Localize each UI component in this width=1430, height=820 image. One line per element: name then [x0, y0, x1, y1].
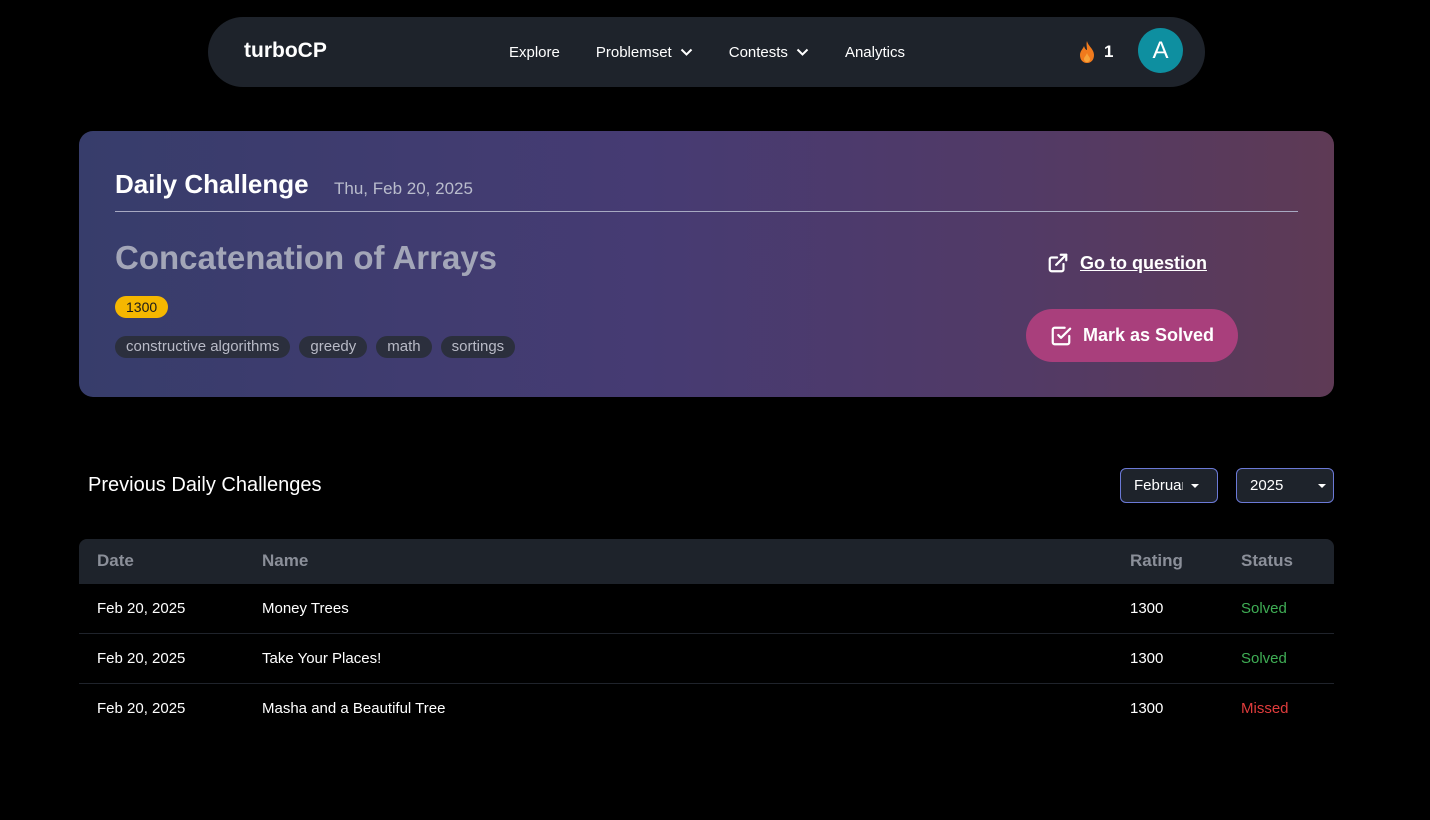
- tag: constructive algorithms: [115, 336, 291, 358]
- divider: [115, 211, 1298, 212]
- external-link-icon: [1048, 253, 1068, 273]
- previous-challenges-title: Previous Daily Challenges: [88, 474, 322, 496]
- rating-badge: 1300: [115, 296, 169, 318]
- caret-down-icon: [1318, 483, 1326, 488]
- nav-explore[interactable]: Explore: [509, 44, 560, 61]
- tag-list: constructive algorithms greedy math sort…: [115, 336, 524, 358]
- row-status: Solved: [1241, 650, 1287, 667]
- problem-name[interactable]: Concatenation of Arrays: [115, 239, 497, 277]
- table-header: Date Name Rating Status: [79, 539, 1334, 584]
- column-header-rating: Rating: [1130, 551, 1183, 570]
- column-header-status: Status: [1241, 551, 1293, 570]
- nav-label: Analytics: [844, 43, 905, 61]
- row-status: Missed: [1241, 700, 1289, 717]
- column-header-date: Date: [97, 551, 134, 570]
- table-row[interactable]: Feb 20, 2025 Money Trees 1300 Solved: [79, 584, 1334, 634]
- chevron-down-icon: [680, 48, 692, 56]
- row-name[interactable]: Money Trees: [262, 600, 349, 617]
- nav-analytics[interactable]: Analytics: [845, 44, 905, 61]
- row-date: Feb 20, 2025: [97, 700, 186, 717]
- row-name[interactable]: Take Your Places!: [262, 650, 381, 667]
- nav-label: Contests: [728, 43, 788, 61]
- row-status: Solved: [1241, 600, 1287, 617]
- avatar[interactable]: A: [1138, 28, 1183, 73]
- row-rating: 1300: [1130, 650, 1164, 667]
- previous-challenges-table: Date Name Rating Status Feb 20, 2025 Mon…: [79, 539, 1334, 733]
- table-row[interactable]: Feb 20, 2025 Masha and a Beautiful Tree …: [79, 684, 1334, 733]
- mark-as-solved-label: Mark as Solved: [1082, 325, 1215, 345]
- streak-count: 1: [1104, 42, 1114, 61]
- table-row[interactable]: Feb 20, 2025 Take Your Places! 1300 Solv…: [79, 634, 1334, 684]
- checkbox-check-icon: [1051, 326, 1072, 345]
- brand-logo[interactable]: turboCP: [244, 39, 327, 63]
- streak-counter[interactable]: 1: [1078, 40, 1113, 64]
- fire-icon: [1080, 41, 1094, 63]
- column-header-name: Name: [262, 551, 309, 570]
- row-rating: 1300: [1130, 700, 1164, 717]
- daily-challenge-card: Daily Challenge Thu, Feb 20, 2025 Concat…: [79, 131, 1334, 397]
- daily-challenge-title: Daily Challenge: [115, 169, 309, 199]
- chevron-down-icon: [796, 48, 809, 56]
- month-select-value: February: [1134, 477, 1183, 494]
- tag: greedy: [299, 336, 368, 358]
- nav-label: Problemset: [595, 43, 672, 61]
- nav-contests[interactable]: Contests: [729, 44, 809, 61]
- tag: sortings: [440, 336, 516, 358]
- year-select-value: 2025: [1250, 477, 1284, 494]
- row-name[interactable]: Masha and a Beautiful Tree: [262, 700, 445, 717]
- go-to-question-label: Go to question: [1080, 252, 1207, 273]
- nav-label: Explore: [509, 43, 560, 61]
- month-select[interactable]: February: [1120, 468, 1218, 503]
- caret-down-icon: [1191, 483, 1199, 488]
- row-rating: 1300: [1130, 600, 1164, 617]
- nav-links: Explore Problemset Contests Analytics: [509, 17, 941, 87]
- tag: math: [376, 336, 432, 358]
- row-date: Feb 20, 2025: [97, 650, 186, 667]
- nav-problemset[interactable]: Problemset: [596, 44, 693, 61]
- mark-as-solved-button[interactable]: Mark as Solved: [1026, 309, 1238, 362]
- year-select[interactable]: 2025: [1236, 468, 1334, 503]
- go-to-question-link[interactable]: Go to question: [1047, 252, 1207, 274]
- daily-challenge-date: Thu, Feb 20, 2025: [334, 179, 473, 198]
- navbar: turboCP Explore Problemset Contests Anal…: [208, 17, 1205, 87]
- row-date: Feb 20, 2025: [97, 600, 186, 617]
